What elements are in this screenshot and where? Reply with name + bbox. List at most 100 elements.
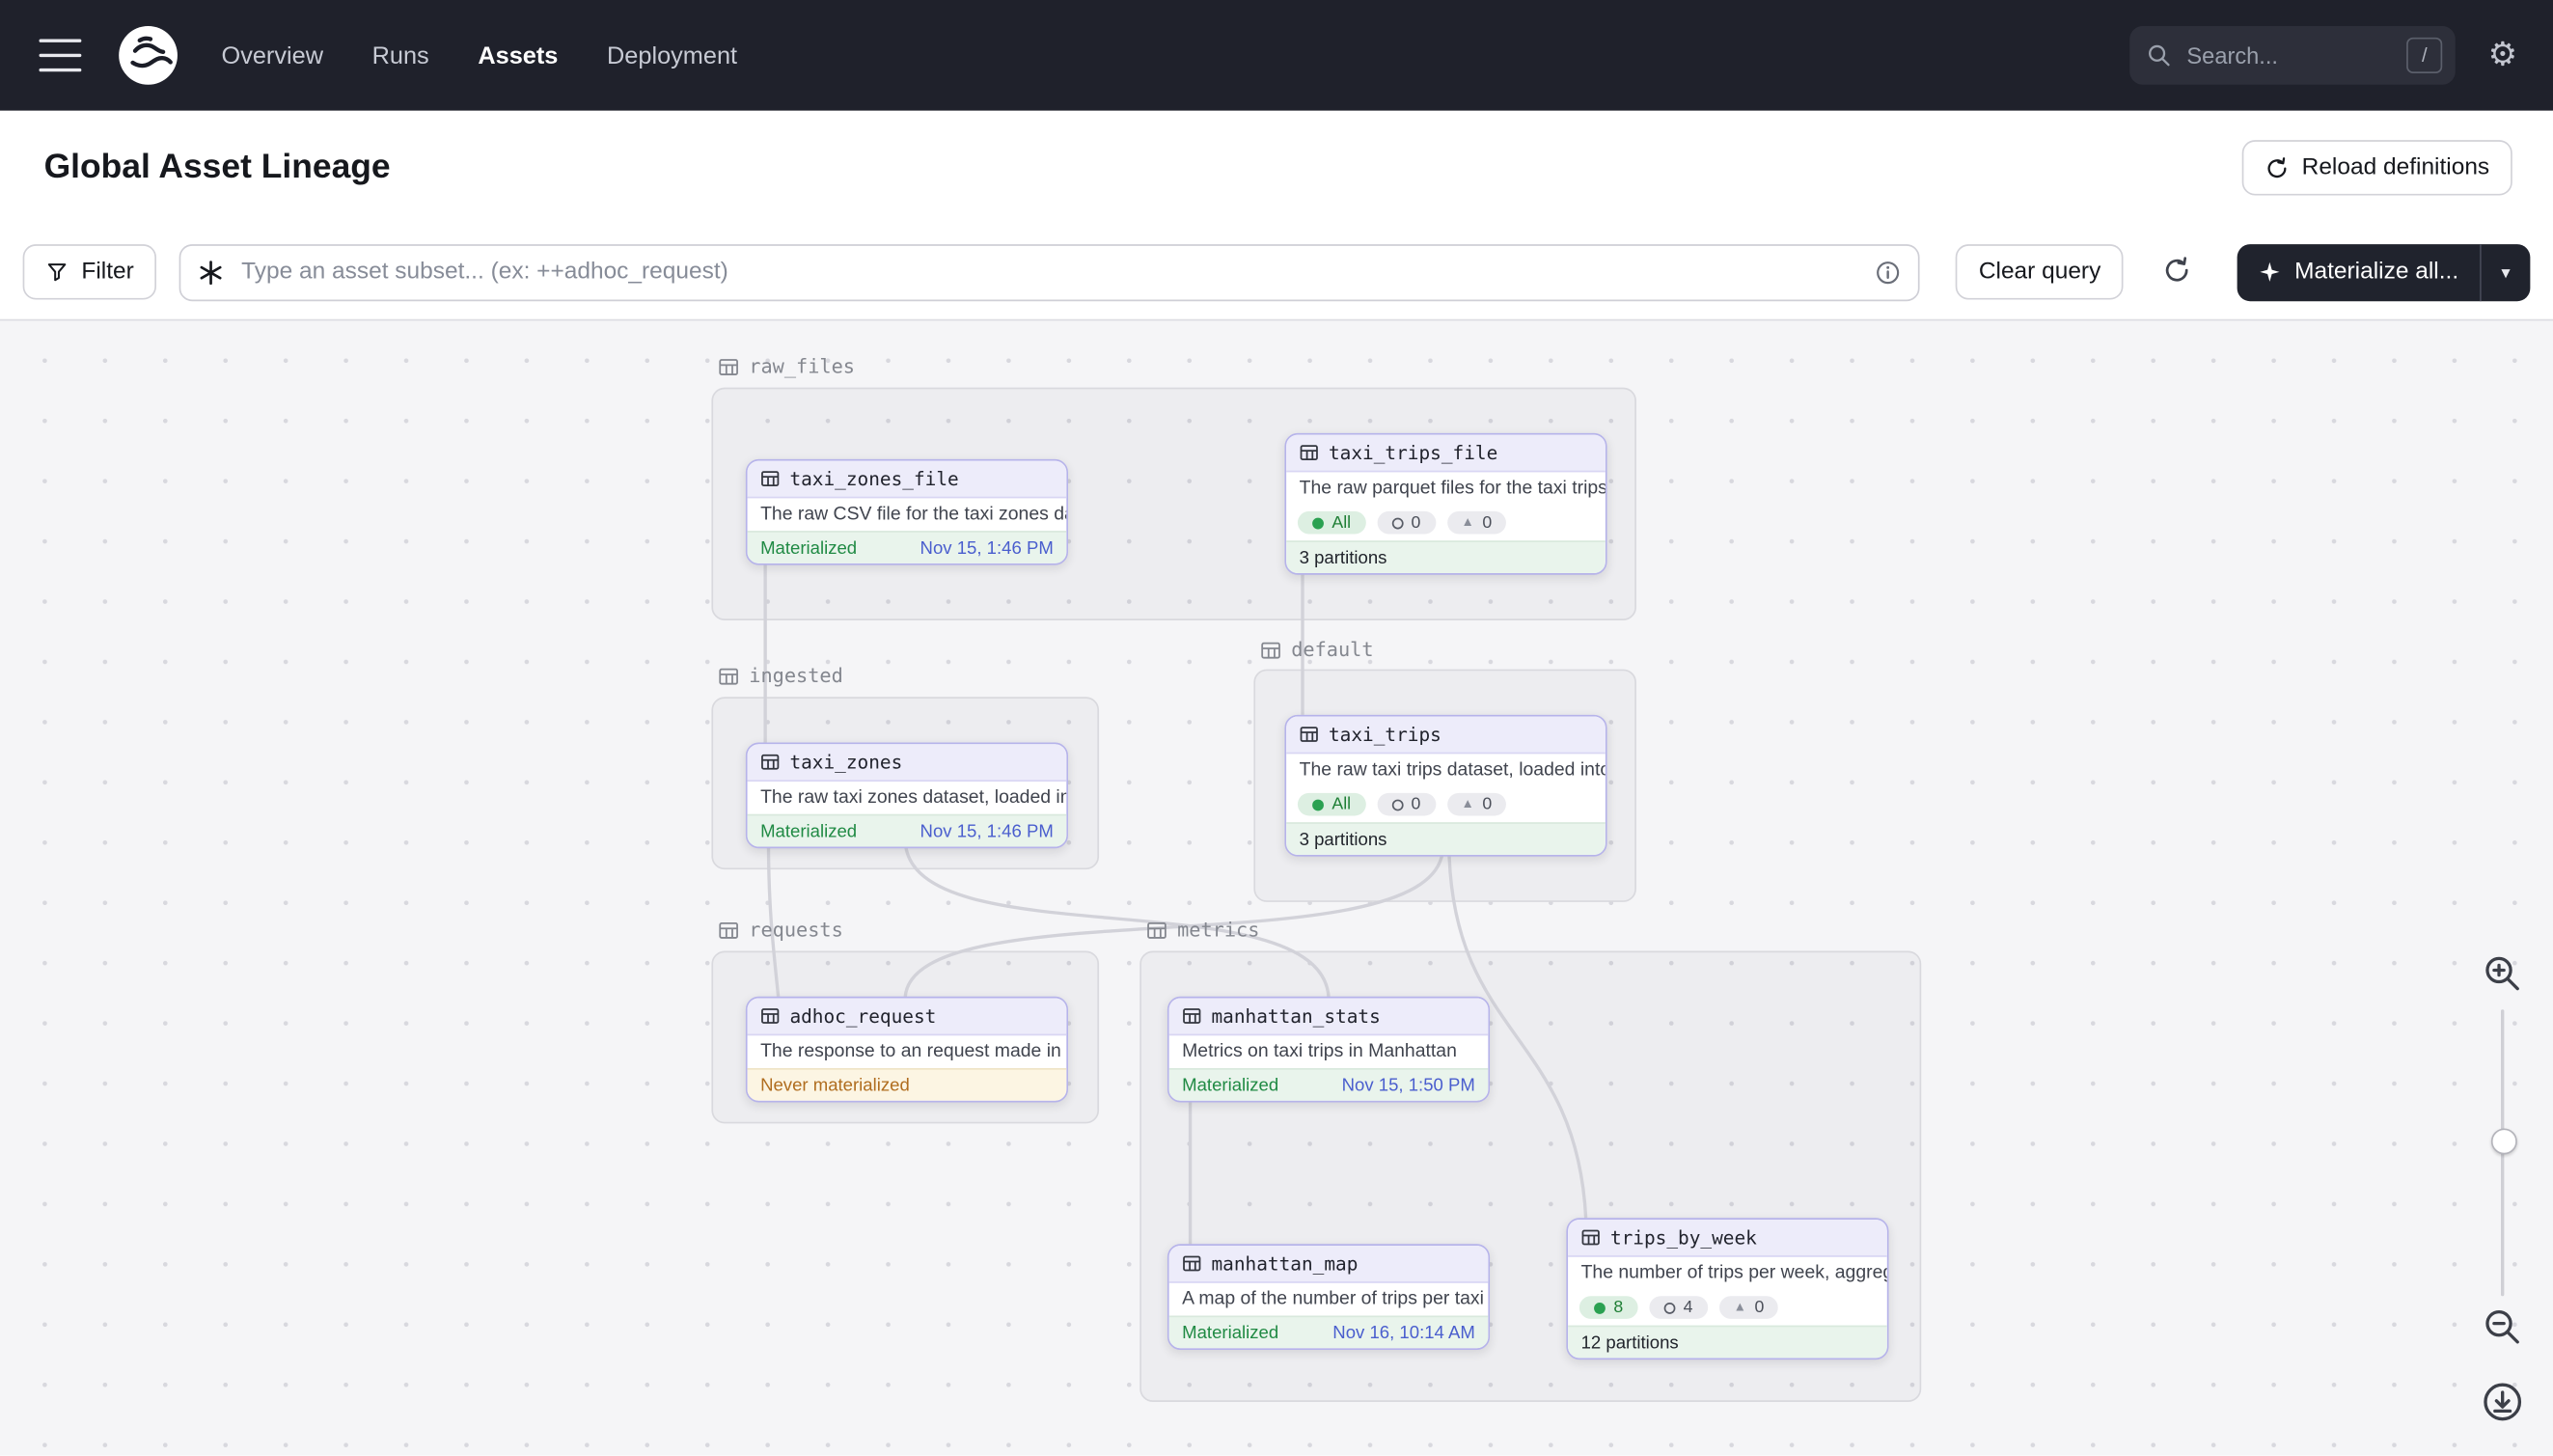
badge-missing[interactable]: ▲0 — [1718, 1296, 1778, 1319]
group-grid-icon — [1260, 639, 1281, 660]
zoom-out-button[interactable] — [2478, 1303, 2527, 1357]
table-icon — [1182, 1253, 1201, 1273]
asset-timestamp[interactable]: Nov 16, 10:14 AM — [1332, 1323, 1475, 1342]
dagster-logo[interactable] — [118, 24, 179, 86]
zoom-in-button[interactable] — [2478, 949, 2527, 1003]
refresh-graph-button[interactable] — [2156, 248, 2199, 295]
zoom-slider[interactable] — [2489, 1009, 2515, 1296]
asset-timestamp[interactable]: Nov 15, 1:46 PM — [920, 538, 1054, 558]
asset-footer: Never materialized — [748, 1068, 1067, 1101]
asset-name: taxi_trips — [1329, 723, 1441, 746]
asset-node-header: adhoc_request — [748, 998, 1067, 1035]
nav-assets[interactable]: Assets — [478, 41, 558, 69]
asset-node-taxi-trips[interactable]: taxi_trips The raw taxi trips dataset, l… — [1284, 715, 1606, 857]
caret-down-icon: ▾ — [2501, 261, 2510, 283]
partitions-count: 3 partitions — [1300, 830, 1387, 849]
materialize-all-button[interactable]: Materialize all... ▾ — [2237, 243, 2530, 300]
asset-node-manhattan-map[interactable]: manhattan_map A map of the number of tri… — [1167, 1244, 1490, 1350]
zoom-in-icon — [2482, 952, 2524, 995]
group-label-default[interactable]: default — [1260, 639, 1373, 662]
group-name: raw_files — [749, 355, 855, 378]
asset-node-adhoc-request[interactable]: adhoc_request The response to an request… — [746, 997, 1068, 1103]
asset-subset-input[interactable] — [238, 258, 1860, 287]
asset-name: manhattan_map — [1212, 1252, 1359, 1276]
table-icon — [1300, 725, 1319, 744]
group-name: ingested — [749, 665, 843, 688]
asset-node-manhattan-stats[interactable]: manhattan_stats Metrics on taxi trips in… — [1167, 997, 1490, 1103]
materialize-dropdown-caret[interactable]: ▾ — [2480, 243, 2530, 300]
partition-health-badges: All 0 ▲0 — [1286, 505, 1606, 540]
settings-gear-icon[interactable]: ⚙ — [2488, 40, 2517, 72]
group-label-metrics[interactable]: metrics — [1146, 919, 1259, 942]
search-icon — [2146, 42, 2172, 69]
page-title: Global Asset Lineage — [44, 149, 391, 188]
badge-failed[interactable]: 0 — [1377, 792, 1435, 815]
reload-definitions-button[interactable]: Reload definitions — [2241, 140, 2512, 195]
badge-missing[interactable]: ▲0 — [1446, 792, 1506, 815]
group-label-requests[interactable]: requests — [718, 919, 843, 942]
group-label-ingested[interactable]: ingested — [718, 665, 843, 688]
table-icon — [760, 753, 780, 772]
zoom-slider-handle[interactable] — [2491, 1128, 2517, 1154]
badge-missing[interactable]: ▲0 — [1446, 510, 1506, 534]
top-navbar: Overview Runs Assets Deployment / ⚙ — [0, 0, 2553, 111]
dagster-app: Overview Runs Assets Deployment / ⚙ Glob… — [0, 0, 2553, 1456]
download-image-button[interactable] — [2477, 1376, 2529, 1433]
partition-health-badges: All 0 ▲0 — [1286, 786, 1606, 822]
asset-status: Materialized — [760, 821, 857, 840]
search-shortcut-key: / — [2406, 38, 2442, 73]
asset-description: The raw taxi trips dataset, loaded into … — [1286, 754, 1606, 786]
filter-button[interactable]: Filter — [23, 244, 157, 299]
badge-failed[interactable]: 0 — [1377, 510, 1435, 534]
hamburger-menu-icon[interactable] — [40, 40, 82, 72]
zoom-out-icon — [2482, 1305, 2524, 1348]
clear-query-button[interactable]: Clear query — [1956, 244, 2124, 299]
materialized-dot-icon — [1312, 517, 1324, 529]
reload-definitions-label: Reload definitions — [2302, 154, 2490, 180]
badge-failed[interactable]: 4 — [1649, 1296, 1707, 1319]
partitions-count: 3 partitions — [1300, 548, 1387, 567]
group-label-raw-files[interactable]: raw_files — [718, 355, 855, 378]
asset-description: A map of the number of trips per taxi z.… — [1169, 1283, 1489, 1316]
op-selector-icon — [199, 260, 223, 284]
asset-timestamp[interactable]: Nov 15, 1:50 PM — [1342, 1076, 1475, 1095]
search-input[interactable] — [2183, 41, 2395, 69]
partitions-count: 12 partitions — [1581, 1332, 1679, 1352]
group-grid-icon — [718, 920, 739, 941]
badge-materialized[interactable]: 8 — [1579, 1296, 1637, 1319]
asset-description: Metrics on taxi trips in Manhattan — [1169, 1035, 1489, 1068]
asset-name: taxi_trips_file — [1329, 441, 1497, 464]
asset-name: taxi_zones_file — [789, 467, 958, 490]
nav-deployment[interactable]: Deployment — [607, 41, 737, 69]
asset-footer: Materialized Nov 15, 1:50 PM — [1169, 1068, 1489, 1101]
badge-materialized[interactable]: All — [1298, 510, 1365, 534]
group-name: requests — [749, 919, 843, 942]
nav-overview[interactable]: Overview — [222, 41, 323, 69]
asset-description: The raw taxi zones dataset, loaded int..… — [748, 782, 1067, 814]
badge-materialized[interactable]: All — [1298, 792, 1365, 815]
asset-node-header: taxi_trips_file — [1286, 435, 1606, 473]
info-icon[interactable] — [1875, 258, 1903, 286]
asset-node-taxi-trips-file[interactable]: taxi_trips_file The raw parquet files fo… — [1284, 433, 1606, 575]
group-name: default — [1291, 639, 1373, 662]
asset-node-header: manhattan_map — [1169, 1246, 1489, 1283]
materialize-all-main[interactable]: Materialize all... — [2237, 243, 2480, 300]
asset-timestamp[interactable]: Nov 15, 1:46 PM — [920, 821, 1054, 840]
page-header: Global Asset Lineage Reload definitions — [0, 111, 2553, 225]
asset-footer: Materialized Nov 15, 1:46 PM — [748, 814, 1067, 847]
asset-name: trips_by_week — [1610, 1226, 1757, 1250]
asset-name: manhattan_stats — [1212, 1004, 1381, 1028]
lineage-canvas[interactable]: raw_files ingested default requests metr… — [0, 319, 2553, 1456]
nav-runs[interactable]: Runs — [372, 41, 429, 69]
asset-node-trips-by-week[interactable]: trips_by_week The number of trips per we… — [1566, 1218, 1888, 1360]
asset-node-header: manhattan_stats — [1169, 998, 1489, 1035]
asset-node-header: taxi_zones_file — [748, 461, 1067, 499]
asset-footer: 12 partitions — [1568, 1326, 1887, 1359]
asset-node-taxi-zones-file[interactable]: taxi_zones_file The raw CSV file for the… — [746, 459, 1068, 565]
asset-description: The number of trips per week, aggreg... — [1568, 1257, 1887, 1290]
filter-funnel-icon — [45, 261, 69, 284]
materialized-dot-icon — [1312, 799, 1324, 810]
global-search[interactable]: / — [2129, 26, 2456, 85]
failed-circle-icon — [1391, 517, 1403, 529]
asset-node-taxi-zones[interactable]: taxi_zones The raw taxi zones dataset, l… — [746, 743, 1068, 849]
